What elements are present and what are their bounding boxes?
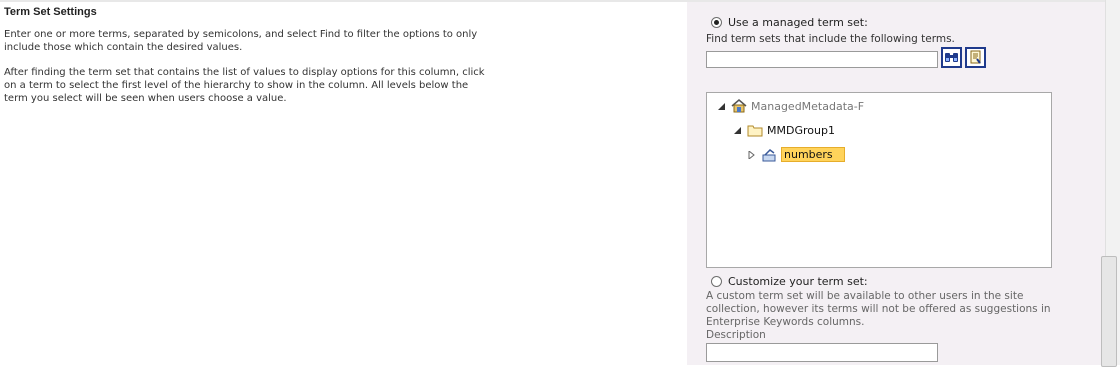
custom-radio[interactable] xyxy=(711,276,722,287)
managed-radio-label: Use a managed term set: xyxy=(728,16,868,29)
description-label: Description xyxy=(706,329,766,341)
expand-arrow-icon[interactable] xyxy=(747,150,755,159)
custom-radio-label: Customize your term set: xyxy=(728,275,868,288)
find-terms-input[interactable] xyxy=(706,51,938,68)
section-description: Term Set Settings Enter one or more term… xyxy=(4,6,489,117)
term-store-icon xyxy=(731,99,747,113)
managed-radio[interactable] xyxy=(711,17,722,28)
find-terms-label: Find term sets that include the followin… xyxy=(706,33,955,45)
section-desc-1: Enter one or more terms, separated by se… xyxy=(4,29,478,53)
binoculars-icon[interactable] xyxy=(941,47,962,68)
collapse-arrow-icon[interactable] xyxy=(717,102,725,110)
custom-description: A custom term set will be available to o… xyxy=(706,290,1051,328)
folder-icon xyxy=(747,123,763,137)
tree-term-set-label[interactable]: numbers xyxy=(781,147,845,162)
browse-term-icon[interactable] xyxy=(965,47,986,68)
custom-term-set-option[interactable]: Customize your term set: xyxy=(711,275,868,288)
term-tree[interactable]: ManagedMetadata-F MMDGroup1 numbers xyxy=(706,92,1052,268)
term-set-icon xyxy=(761,148,777,162)
tree-root-label: ManagedMetadata-F xyxy=(751,99,865,113)
section-desc-2: After finding the term set that contains… xyxy=(4,67,485,104)
tree-group[interactable]: MMDGroup1 xyxy=(733,123,835,137)
tree-root[interactable]: ManagedMetadata-F xyxy=(717,99,864,113)
tree-term-set[interactable]: numbers xyxy=(747,147,845,162)
scrollbar-thumb[interactable] xyxy=(1101,256,1117,367)
section-title: Term Set Settings xyxy=(4,6,97,18)
collapse-arrow-icon[interactable] xyxy=(733,126,741,134)
description-input[interactable] xyxy=(706,343,938,362)
tree-group-label: MMDGroup1 xyxy=(767,123,835,137)
managed-term-set-option[interactable]: Use a managed term set: xyxy=(711,16,868,29)
